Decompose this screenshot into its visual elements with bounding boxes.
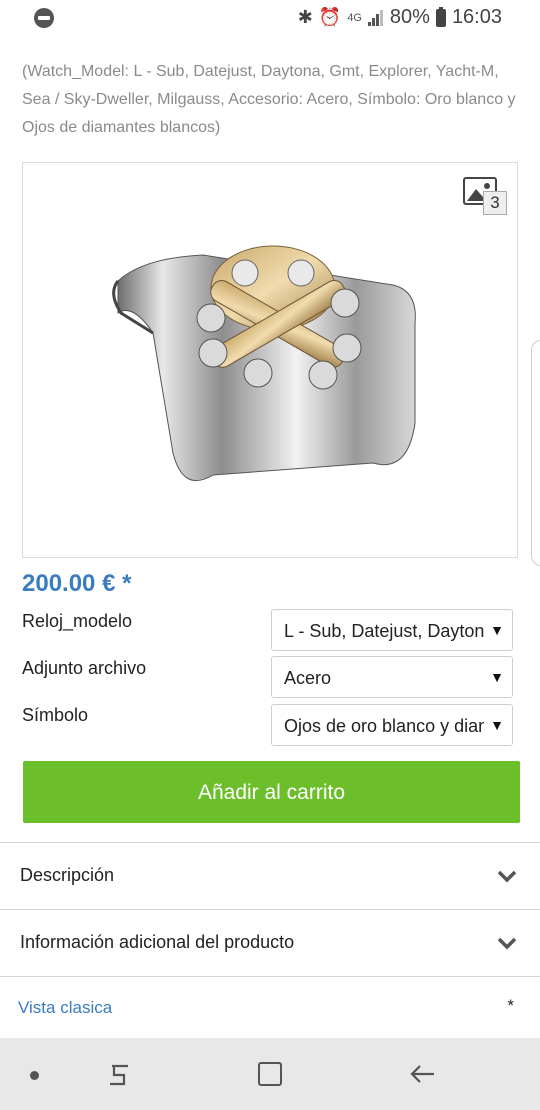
status-icons: ✱ ⏰ 4G 80% 16:03 xyxy=(298,6,502,29)
symbol-value: Ojos de oro blanco y diamantes blancos xyxy=(284,716,484,736)
nav-dot-icon[interactable] xyxy=(30,1071,39,1080)
image-count: 3 xyxy=(483,191,507,215)
watch-model-select[interactable]: L - Sub, Datejust, Daytona, Gmt, Explore… xyxy=(271,609,513,651)
chevron-down-icon xyxy=(497,870,517,883)
home-icon[interactable] xyxy=(258,1062,282,1086)
skull-money-clip-image xyxy=(112,245,416,482)
system-nav-bar xyxy=(0,1038,540,1110)
option-label-watch-model: Reloj_modelo xyxy=(22,611,133,631)
battery-icon xyxy=(435,6,446,27)
dropdown-arrow-icon: ▼ xyxy=(490,622,504,638)
alarm-icon: ⏰ xyxy=(318,7,342,27)
option-label-symbol: Símbolo xyxy=(22,705,89,725)
status-bar: ✱ ⏰ 4G 80% 16:03 xyxy=(0,0,540,38)
side-drawer-handle[interactable] xyxy=(531,340,540,566)
divider xyxy=(0,976,540,977)
back-icon[interactable] xyxy=(408,1060,436,1088)
accessory-select[interactable]: Acero ▼ xyxy=(271,656,513,698)
symbol-select[interactable]: Ojos de oro blanco y diamantes blancos ▼ xyxy=(271,704,513,746)
bluetooth-icon: ✱ xyxy=(297,7,313,27)
accessory-value: Acero xyxy=(284,668,332,688)
watch-model-value: L - Sub, Datejust, Daytona, Gmt, Explore… xyxy=(284,621,484,641)
product-price: 200.00 € * xyxy=(22,570,132,597)
network-type: 4G xyxy=(347,11,362,24)
product-variant-summary: (Watch_Model: L - Sub, Datejust, Daytona… xyxy=(22,63,516,136)
signal-icon xyxy=(367,9,384,26)
app-notification-icon xyxy=(34,8,54,28)
accordion-additional-info[interactable]: Información adicional del producto xyxy=(0,909,540,976)
accordion-additional-info-label: Información adicional del producto xyxy=(20,932,295,952)
dropdown-arrow-icon: ▼ xyxy=(490,717,504,733)
battery-percent: 80% xyxy=(389,6,430,28)
dropdown-arrow-icon: ▼ xyxy=(490,669,504,685)
classic-view-link[interactable]: Vista clasica xyxy=(18,998,112,1018)
footer-asterisk: * xyxy=(507,996,514,1015)
recent-apps-icon[interactable] xyxy=(106,1062,132,1088)
product-image[interactable]: 3 xyxy=(22,162,518,558)
chevron-down-icon xyxy=(497,937,517,950)
gallery-icon[interactable]: 3 xyxy=(463,177,507,215)
clock: 16:03 xyxy=(451,6,502,28)
add-to-cart-button[interactable]: Añadir al carrito xyxy=(23,761,520,823)
accordion-description[interactable]: Descripción xyxy=(0,842,540,909)
option-label-accessory: Adjunto archivo xyxy=(22,658,147,678)
accordion-description-label: Descripción xyxy=(20,865,115,885)
